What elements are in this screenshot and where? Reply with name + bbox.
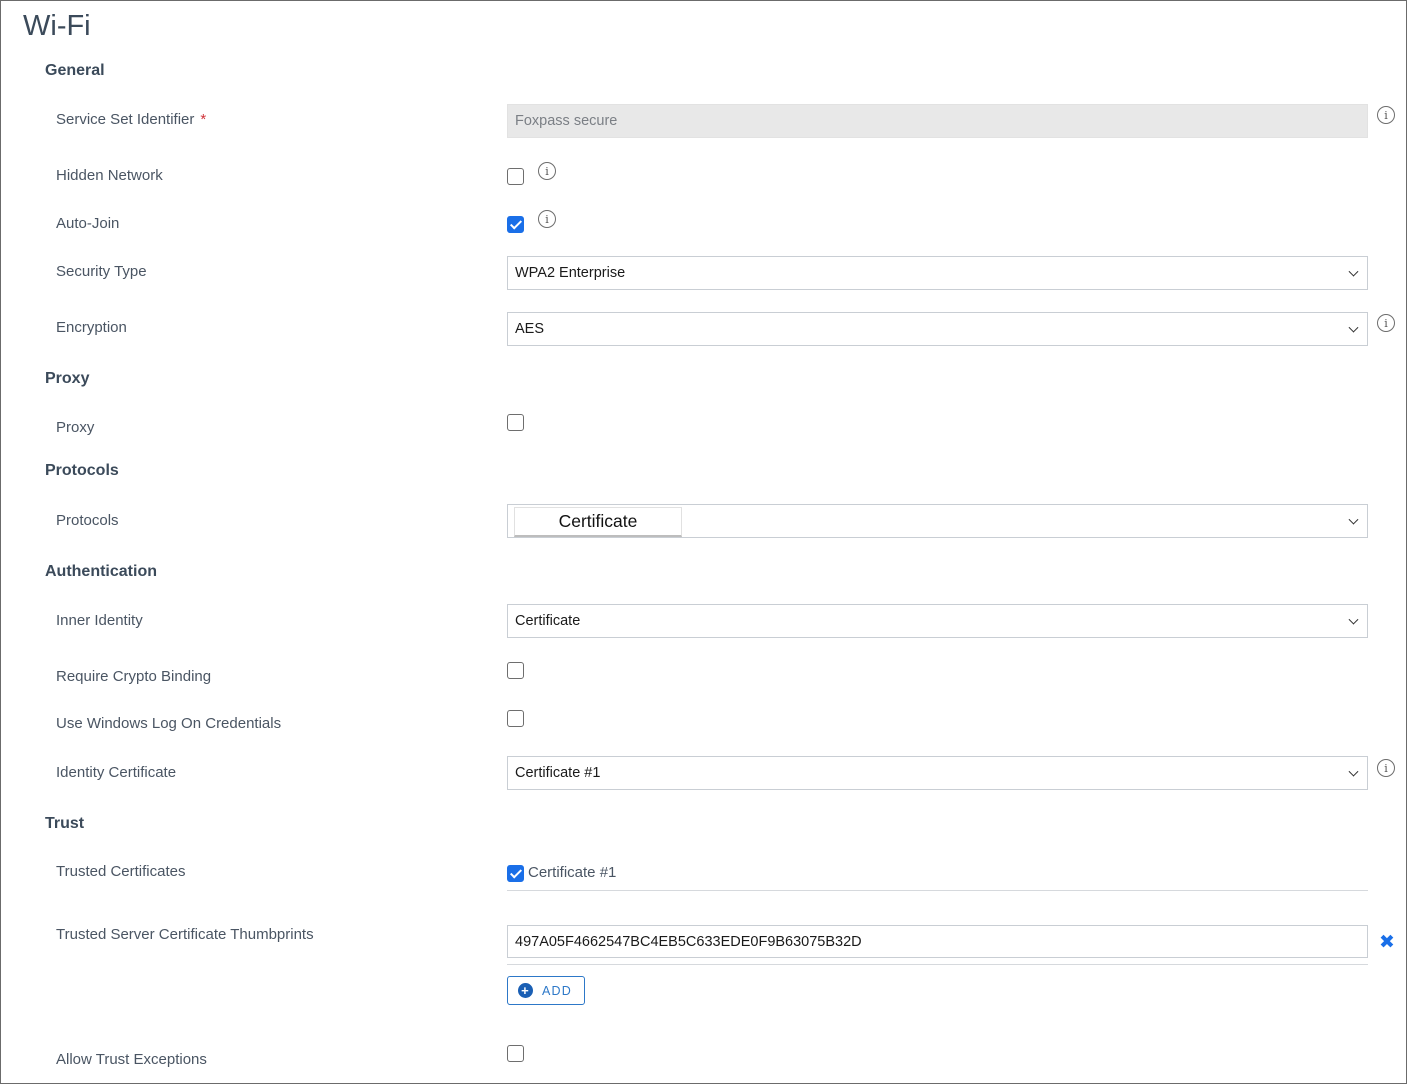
chevron-down-icon (1348, 514, 1359, 525)
trusted-certificate-1-checkbox[interactable] (507, 865, 524, 882)
trusted-certificates-divider (507, 890, 1368, 891)
hidden-network-label: Hidden Network (56, 167, 163, 184)
identity-certificate-info-icon[interactable]: i (1377, 759, 1395, 777)
encryption-value: AES (515, 321, 545, 337)
hidden-network-info-icon[interactable]: i (538, 162, 556, 180)
hidden-network-checkbox[interactable] (507, 168, 524, 185)
encryption-info-icon[interactable]: i (1377, 314, 1395, 332)
section-protocols: Protocols (45, 462, 119, 479)
encryption-select[interactable]: AES (507, 312, 1368, 346)
inner-identity-value: Certificate (515, 613, 581, 629)
section-general: General (45, 62, 105, 79)
plus-circle-icon: + (518, 983, 533, 998)
chevron-down-icon (1348, 322, 1359, 333)
ssid-info-icon[interactable]: i (1377, 106, 1395, 124)
inner-identity-label: Inner Identity (56, 612, 143, 629)
proxy-label: Proxy (56, 419, 95, 436)
trusted-certificates-label: Trusted Certificates (56, 863, 186, 880)
thumbprints-divider (507, 964, 1368, 965)
use-windows-logon-label: Use Windows Log On Credentials (56, 715, 282, 732)
protocols-label: Protocols (56, 512, 119, 529)
add-button-label: ADD (542, 983, 572, 998)
page-title: Wi-Fi (23, 10, 91, 42)
security-type-select[interactable]: WPA2 Enterprise (507, 256, 1368, 290)
proxy-checkbox[interactable] (507, 414, 524, 431)
chevron-down-icon (1348, 614, 1359, 625)
section-authentication: Authentication (45, 563, 157, 580)
chevron-down-icon (1348, 266, 1359, 277)
remove-thumbprint-icon[interactable]: ✖ (1379, 931, 1395, 954)
protocol-chip-certificate[interactable]: Certificate (514, 507, 682, 537)
encryption-label: Encryption (56, 319, 127, 336)
ssid-label-text: Service Set Identifier (56, 111, 195, 128)
wifi-settings-panel: Wi-Fi General Service Set Identifier * Fo… (0, 0, 1407, 1084)
identity-certificate-value: Certificate #1 (515, 765, 601, 781)
identity-certificate-label: Identity Certificate (56, 764, 177, 781)
allow-trust-exceptions-label: Allow Trust Exceptions (56, 1051, 207, 1068)
section-proxy: Proxy (45, 370, 90, 387)
chevron-down-icon (1348, 766, 1359, 777)
security-type-label: Security Type (56, 263, 147, 280)
section-trust: Trust (45, 815, 85, 832)
ssid-label: Service Set Identifier * (56, 111, 206, 128)
ssid-value: Foxpass secure (515, 113, 618, 129)
trusted-certificate-1-label[interactable]: Certificate #1 (528, 864, 616, 881)
protocols-multiselect[interactable]: Certificate (507, 504, 1368, 538)
security-type-value: WPA2 Enterprise (515, 265, 626, 281)
add-thumbprint-button[interactable]: + ADD (507, 976, 585, 1005)
auto-join-checkbox[interactable] (507, 216, 524, 233)
required-asterisk: * (200, 111, 207, 128)
auto-join-label: Auto-Join (56, 215, 120, 232)
thumbprint-input[interactable]: 497A05F4662547BC4EB5C633EDE0F9B63075B32D (507, 925, 1368, 958)
auto-join-info-icon[interactable]: i (538, 210, 556, 228)
inner-identity-select[interactable]: Certificate (507, 604, 1368, 638)
allow-trust-exceptions-checkbox[interactable] (507, 1045, 524, 1062)
require-crypto-binding-checkbox[interactable] (507, 662, 524, 679)
identity-certificate-select[interactable]: Certificate #1 (507, 756, 1368, 790)
require-crypto-binding-label: Require Crypto Binding (56, 668, 212, 685)
use-windows-logon-checkbox[interactable] (507, 710, 524, 727)
ssid-input[interactable]: Foxpass secure (507, 104, 1368, 138)
thumbprints-label: Trusted Server Certificate Thumbprints (56, 926, 314, 943)
thumbprint-value: 497A05F4662547BC4EB5C633EDE0F9B63075B32D (515, 933, 862, 950)
